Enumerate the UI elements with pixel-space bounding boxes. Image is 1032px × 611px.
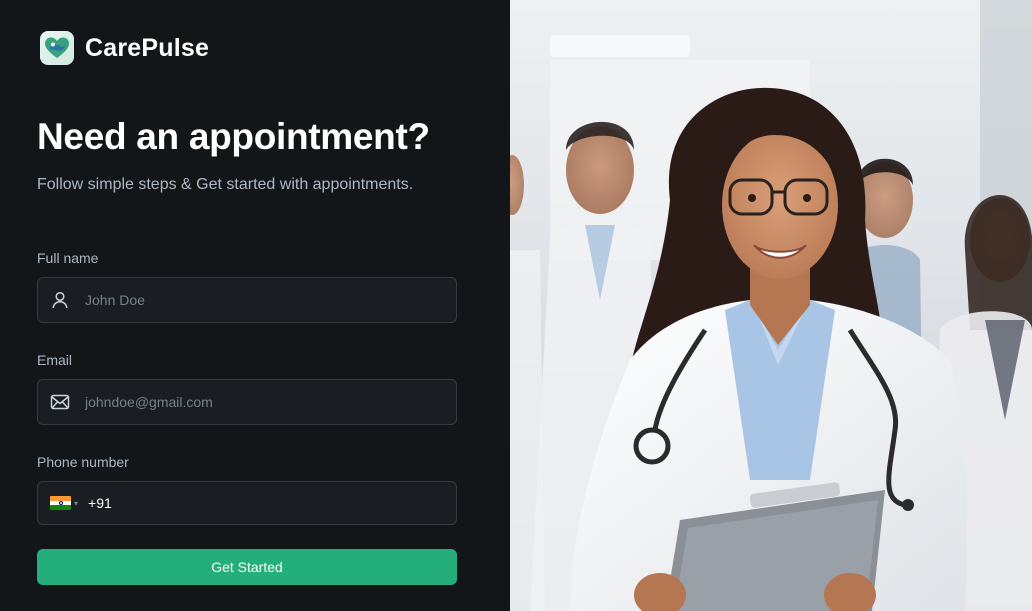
page-subtitle: Follow simple steps & Get started with a… xyxy=(37,176,414,193)
email-label: Email xyxy=(37,352,73,368)
brand-name: CarePulse xyxy=(85,33,210,62)
get-started-button[interactable]: Get Started xyxy=(37,549,457,585)
chevron-down-icon: ▾ xyxy=(74,498,79,508)
email-input[interactable] xyxy=(83,393,427,411)
brand-logo[interactable]: CarePulse xyxy=(40,31,209,65)
india-flag-icon xyxy=(50,496,71,510)
phone-input[interactable]: +91 xyxy=(88,495,112,511)
country-code-selector[interactable]: ▾ xyxy=(50,496,78,510)
hero-image xyxy=(510,0,1032,611)
carepulse-logo-icon xyxy=(40,31,74,65)
doctor-photo xyxy=(510,0,1032,611)
onboarding-page: CarePulse Need an appointment? Follow si… xyxy=(0,0,1032,611)
full-name-input[interactable] xyxy=(83,291,427,309)
email-field[interactable] xyxy=(37,379,457,425)
user-icon xyxy=(49,289,71,311)
phone-field[interactable]: ▾ +91 xyxy=(37,481,457,525)
phone-label: Phone number xyxy=(37,454,129,470)
form-panel: CarePulse Need an appointment? Follow si… xyxy=(0,0,510,611)
mail-icon xyxy=(49,391,71,413)
page-title: Need an appointment? xyxy=(37,116,430,157)
full-name-field[interactable] xyxy=(37,277,457,323)
full-name-label: Full name xyxy=(37,250,99,266)
